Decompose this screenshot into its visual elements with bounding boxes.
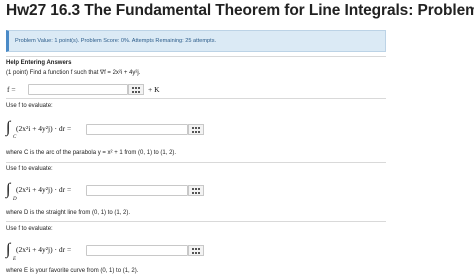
plus-k-label: + K <box>148 85 160 94</box>
where-e-description: where E is your favorite curve from (0, … <box>6 268 139 274</box>
divider <box>6 162 386 163</box>
integral-c-answer-input[interactable] <box>86 124 188 135</box>
grid-icon[interactable] <box>188 245 204 256</box>
divider <box>6 98 386 99</box>
grid-icon[interactable] <box>128 84 144 95</box>
subscript-e: E <box>13 257 17 262</box>
subscript-d: D <box>13 197 17 202</box>
page-title: Hw27 16.3 The Fundamental Theorem for Li… <box>6 2 474 19</box>
use-f-label-1: Use f to evaluate: <box>6 103 53 109</box>
problem-statement: (1 point) Find a function f such that ∇f… <box>6 70 141 76</box>
problem-info-text: Problem Value: 1 point(s). Problem Score… <box>15 38 217 44</box>
integral-sign-2: ∫ <box>6 181 11 198</box>
divider <box>6 221 386 222</box>
subscript-c: C <box>13 135 17 140</box>
f-equals-label: f = <box>7 85 16 94</box>
help-entering-answers-link[interactable]: Help Entering Answers <box>6 60 71 66</box>
divider <box>6 56 386 57</box>
integrand-3: (2x²i + 4y²j) · dr = <box>16 245 72 254</box>
where-c-description: where C is the arc of the parabola y = x… <box>6 150 177 156</box>
grid-icon[interactable] <box>188 124 204 135</box>
integral-sign-1: ∫ <box>6 119 11 136</box>
use-f-label-3: Use f to evaluate: <box>6 226 53 232</box>
where-d-description: where D is the straight line from (0, 1)… <box>6 210 131 216</box>
integrand-2: (2x²i + 4y²j) · dr = <box>16 185 72 194</box>
integral-d-answer-input[interactable] <box>86 185 188 196</box>
problem-info-banner: Problem Value: 1 point(s). Problem Score… <box>6 30 386 52</box>
grid-icon[interactable] <box>188 185 204 196</box>
integral-sign-3: ∫ <box>6 241 11 258</box>
integrand-1: (2x²i + 4y²j) · dr = <box>16 124 72 133</box>
integral-e-answer-input[interactable] <box>86 245 188 256</box>
use-f-label-2: Use f to evaluate: <box>6 166 53 172</box>
f-answer-input[interactable] <box>28 84 128 95</box>
